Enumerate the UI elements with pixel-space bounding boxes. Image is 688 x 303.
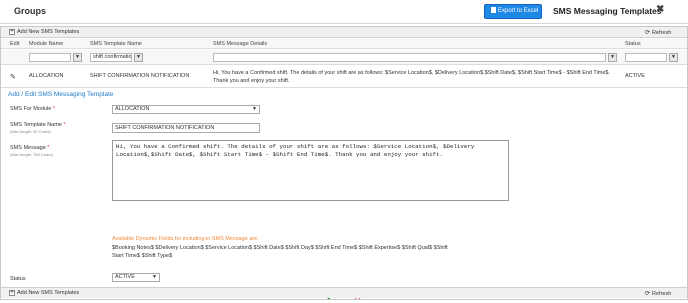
template-filter-icon[interactable]: ▼ [134,53,143,62]
grid-toolbar-top: + Add New SMS Templates ⟳ Refresh [1,27,687,38]
template-filter-input[interactable]: shift confirmatio [90,53,132,62]
grid-filter-row: ▼ shift confirmatio ▼ ▼ ▼ [1,50,687,65]
status-select-value: ACTIVE [115,274,135,280]
column-header-edit: Edit [10,41,20,47]
refresh-label: Refresh [652,291,672,297]
details-filter-input[interactable] [213,53,606,62]
add-new-sms-template-button[interactable]: + Add New SMS Templates [9,29,79,35]
template-name-input[interactable]: SHIFT CONFIRMATION NOTIFICATION [112,123,260,133]
column-header-template[interactable]: SMS Template Name [90,41,142,47]
chevron-down-icon: ▼ [152,274,157,280]
column-header-status[interactable]: Status [625,41,641,47]
edit-template-panel: Add / Edit SMS Messaging Template SMS Fo… [1,89,687,303]
module-field-label: SMS For Module * [10,106,55,112]
refresh-icon: ⟳ [645,291,651,297]
required-mark: * [47,145,50,151]
plus-icon: + [9,29,15,35]
message-label-text: SMS Message [10,145,46,151]
add-label: Add New SMS Templates [17,290,80,296]
column-header-module[interactable]: Module Name [29,41,63,47]
module-select[interactable]: ALLOCATION ▼ [112,105,260,114]
message-textarea[interactable]: Hi, You have a Confirmed shift. The deta… [112,140,509,201]
module-select-value: ALLOCATION [115,106,150,112]
message-field-label: SMS Message * (Max length: 760 Chars) [10,145,53,157]
dynamic-fields-list: $Booking Notes$ $Delivery Location$ $Ser… [112,245,448,259]
add-new-sms-template-button[interactable]: + Add New SMS Templates [9,290,79,296]
refresh-button[interactable]: ⟳ Refresh [645,29,671,36]
required-mark: * [63,122,66,128]
status-filter-input[interactable] [625,53,667,62]
top-bar: Groups Export to Excel SMS Messaging Tem… [0,0,688,24]
grid-header-row: Edit Module Name SMS Template Name SMS M… [1,39,687,49]
grid-toolbar-bottom: + Add New SMS Templates ⟳ Refresh [1,287,687,298]
module-filter-icon[interactable]: ▼ [73,53,82,62]
excel-icon [491,7,496,13]
template-name-field-label: SMS Template Name * (Max length: 50 Char… [10,122,66,134]
required-mark: * [52,106,55,112]
groups-title: Groups [14,6,47,16]
plus-icon: + [9,290,15,296]
template-label-text: SMS Template Name [10,122,62,128]
close-icon[interactable]: ✖ [656,4,664,15]
message-hint: (Max length: 760 Chars) [10,152,53,157]
sms-templates-grid: + Add New SMS Templates ⟳ Refresh Edit Mod… [0,26,688,303]
status-field-label: Status [10,276,26,282]
table-row[interactable]: ✎ ALLOCATION SHIFT CONFIRMATION NOTIFICA… [1,66,687,88]
template-hint: (Max length: 50 Chars) [10,129,51,134]
edit-pencil-icon[interactable]: ✎ [10,73,16,81]
export-to-excel-button[interactable]: Export to Excel [484,4,542,19]
panel-title: SMS Messaging Templates [553,6,662,16]
status-filter-icon[interactable]: ▼ [669,53,678,62]
dynamic-fields-title: Available Dynamic Fields for including i… [112,236,259,242]
row-template: SHIFT CONFIRMATION NOTIFICATION [90,73,190,79]
refresh-button[interactable]: ⟳ Refresh [645,290,671,297]
module-filter-input[interactable] [29,53,71,62]
details-filter-icon[interactable]: ▼ [608,53,617,62]
status-select[interactable]: ACTIVE ▼ [112,273,160,282]
export-label: Export to Excel [498,8,539,14]
refresh-label: Refresh [652,30,672,36]
refresh-icon: ⟳ [645,30,651,36]
column-header-details[interactable]: SMS Message Details [213,41,267,47]
row-status: ACTIVE [625,73,645,79]
row-module: ALLOCATION [29,73,64,79]
chevron-down-icon: ▼ [252,106,257,112]
add-label: Add New SMS Templates [17,29,80,35]
row-details: Hi, You have a Confirmed shift. The deta… [213,70,611,84]
module-label-text: SMS For Module [10,106,52,112]
edit-form-title: Add / Edit SMS Messaging Template [8,91,114,98]
